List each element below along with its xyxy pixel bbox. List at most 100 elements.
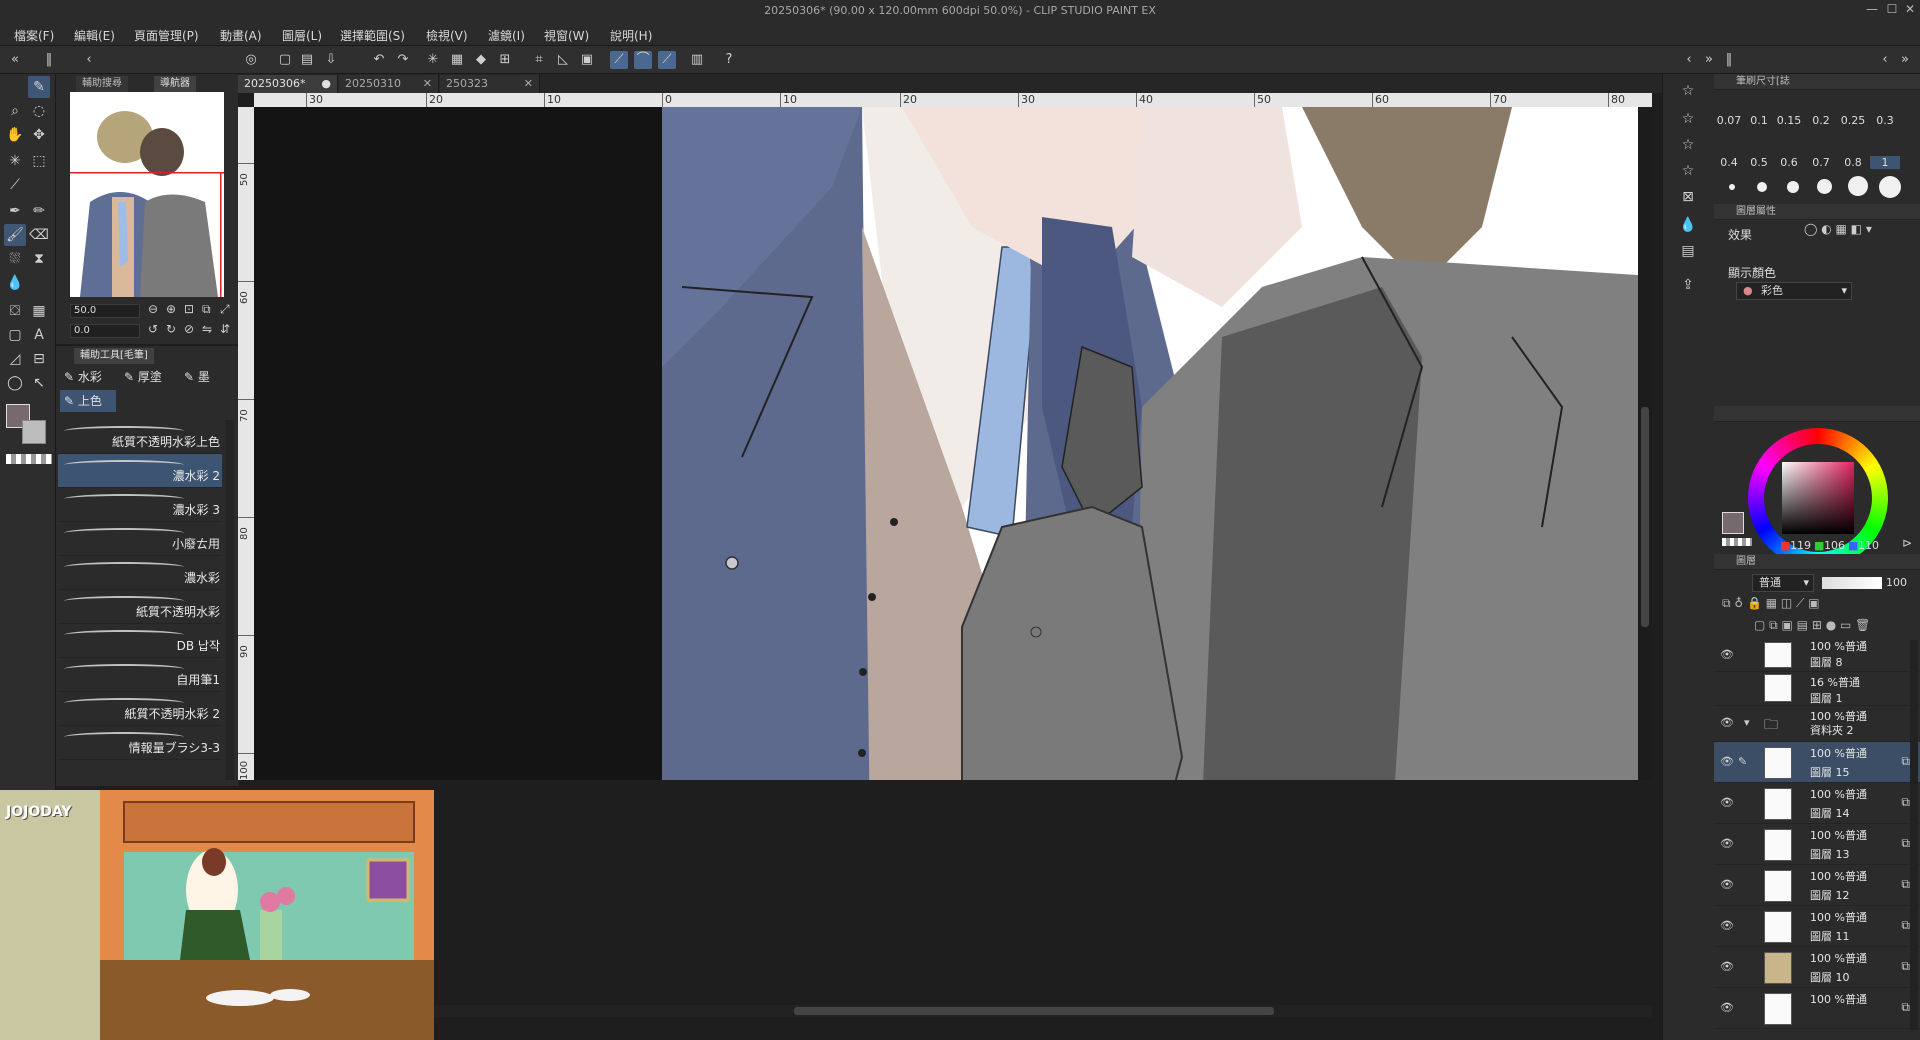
group-watercolor[interactable]: ✎ 水彩 xyxy=(60,366,116,388)
brush-icon[interactable]: 🖌 xyxy=(4,224,26,246)
panel-drag-icon[interactable]: ‖ xyxy=(1720,51,1738,69)
history-icon[interactable]: ▤ xyxy=(1677,240,1699,262)
brush-item-1[interactable]: 濃水彩 2 xyxy=(58,454,222,488)
layers-scrollbar[interactable] xyxy=(1910,640,1918,1030)
scroll-thumb[interactable] xyxy=(794,1007,1274,1015)
effect-buttons[interactable]: ◯ ◐ ▦ ◧ ▾ xyxy=(1804,222,1904,236)
menu-layer[interactable]: 圖層(L) xyxy=(282,27,322,44)
subtool-scrollbar[interactable] xyxy=(226,420,234,780)
layer-toolbar[interactable]: ⧉ ♁ 🔒 ▦ ◫ ⟋ ▣ xyxy=(1714,596,1920,616)
maximize-button[interactable]: ☐ xyxy=(1882,2,1902,20)
zoom-field[interactable]: 50.0 xyxy=(70,304,140,318)
tab-navigator[interactable]: 導航器 xyxy=(154,76,196,92)
transparent-color-swatch[interactable] xyxy=(6,454,52,464)
doc-tab-0[interactable]: 20250306* ● xyxy=(238,75,338,93)
deco-icon[interactable]: ⧗ xyxy=(28,248,50,270)
minimize-button[interactable]: — xyxy=(1862,2,1882,20)
material-icon[interactable]: ☆ xyxy=(1677,80,1699,102)
vertical-scrollbar[interactable] xyxy=(1638,107,1652,780)
menu-selection[interactable]: 選擇範圍(S) xyxy=(340,27,405,44)
opacity-slider[interactable] xyxy=(1822,577,1882,589)
layer-actions[interactable]: ▢ ⧉ ▣ ▤ ⊞ ● ▭ 🗑 xyxy=(1714,618,1920,638)
pencil-icon[interactable]: ✏ xyxy=(28,200,50,222)
brush-item-4[interactable]: 濃水彩 xyxy=(58,556,222,590)
new-file-icon[interactable]: ▢ xyxy=(276,51,294,69)
layer-clear-icon[interactable]: ▦ xyxy=(448,51,466,69)
panel-expand-icon[interactable]: » xyxy=(1700,51,1718,69)
eye-icon[interactable]: 👁 xyxy=(1720,878,1734,891)
fill-icon[interactable]: ◆ xyxy=(472,51,490,69)
eye-icon[interactable]: 👁 xyxy=(1720,716,1734,729)
eye-icon[interactable]: 👁 xyxy=(1720,648,1734,661)
fill-bucket-icon[interactable]: ⛋ xyxy=(4,300,26,322)
brush-item-8[interactable]: 紙質不透明水彩 2 xyxy=(58,692,222,726)
brush-item-9[interactable]: 情報量ブラシ3-3 xyxy=(58,726,222,760)
size-option[interactable]: 0.7 xyxy=(1806,156,1836,169)
eyedropper-icon[interactable]: ⟋ xyxy=(4,174,26,196)
eye-icon[interactable]: 👁 xyxy=(1720,837,1734,850)
menu-edit[interactable]: 編輯(E) xyxy=(74,27,115,44)
menu-animation[interactable]: 動畫(A) xyxy=(220,27,262,44)
zoom-out-icon[interactable]: ⊖ xyxy=(148,302,158,316)
menu-window[interactable]: 視窗(W) xyxy=(544,27,589,44)
close-tab-icon[interactable]: ✕ xyxy=(524,75,533,93)
layer-row[interactable]: 👁 100 %普通 ⧉ xyxy=(1714,988,1920,1029)
figure-icon[interactable]: ▢ xyxy=(4,324,26,346)
brush-size-header[interactable]: 筆刷尺寸[誌 xyxy=(1714,74,1920,90)
group-coloring[interactable]: ✎ 上色 xyxy=(60,390,116,412)
fit-window-icon[interactable]: ⤢ xyxy=(220,302,230,317)
saturation-square[interactable] xyxy=(1782,462,1854,534)
snap-line-icon[interactable]: ⟋ xyxy=(658,51,676,69)
actual-size-icon[interactable]: ⧉ xyxy=(202,302,211,317)
undo-icon[interactable]: ↶ xyxy=(370,51,388,69)
layer-row[interactable]: 👁 100 %普通 圖層 8 xyxy=(1714,640,1920,672)
open-file-icon[interactable]: ▤ xyxy=(298,51,316,69)
size-option[interactable]: 0.07 xyxy=(1714,114,1744,127)
blend-icon[interactable]: 💧 xyxy=(4,272,26,294)
operation-icon[interactable]: ↖ xyxy=(28,372,50,394)
brush-item-5[interactable]: 紙質不透明水彩 xyxy=(58,590,222,624)
doc-tab-2[interactable]: 250323 ✕ xyxy=(440,75,540,93)
layer-folder-row[interactable]: 👁 ▾ 🗀 100 %普通 資料夾 2 xyxy=(1714,706,1920,742)
layer-row[interactable]: 👁 100 %普通 圖層 12 ⧉ xyxy=(1714,865,1920,906)
menu-view[interactable]: 檢視(V) xyxy=(426,27,468,44)
group-thick-paint[interactable]: ✎ 厚塗 xyxy=(120,366,176,388)
size-option[interactable]: 0.15 xyxy=(1774,114,1804,127)
move-tool-icon[interactable]: ✥ xyxy=(28,124,50,146)
clear-icon[interactable]: ✳ xyxy=(424,51,442,69)
menu-page[interactable]: 頁面管理(P) xyxy=(134,27,199,44)
layer-row[interactable]: 👁 100 %普通 圖層 10 ⧉ xyxy=(1714,947,1920,988)
gradient-icon[interactable]: ▦ xyxy=(28,300,50,322)
close-button[interactable]: ✕ xyxy=(1900,2,1920,20)
eye-icon[interactable]: 👁 xyxy=(1720,755,1734,768)
export-icon[interactable]: ⇪ xyxy=(1677,274,1699,296)
transparent-chip[interactable] xyxy=(1722,538,1752,546)
group-ink[interactable]: ✎ 墨 xyxy=(180,366,230,388)
rotate-field[interactable]: 0.0 xyxy=(70,324,140,338)
size-option[interactable]: 0.2 xyxy=(1806,114,1836,127)
eraser-icon[interactable]: ⌫ xyxy=(28,224,50,246)
size-option[interactable]: 0.5 xyxy=(1744,156,1774,169)
panel-next-icon[interactable]: » xyxy=(1896,51,1914,69)
snap-ruler-icon[interactable]: ⟋ xyxy=(610,51,628,69)
size-option-selected[interactable]: 1 xyxy=(1870,156,1900,169)
transform-icon[interactable]: ⊞ xyxy=(496,51,514,69)
pen-tool-icon[interactable]: ✎ xyxy=(28,76,50,98)
eye-icon[interactable]: 👁 xyxy=(1720,919,1734,932)
color-wheel-header[interactable] xyxy=(1714,406,1920,422)
fit-icon[interactable]: ⊡ xyxy=(184,302,194,316)
size-option[interactable]: 0.8 xyxy=(1838,156,1868,169)
size-option[interactable]: 0.1 xyxy=(1744,114,1774,127)
layer-row[interactable]: 👁 100 %普通 圖層 14 ⧉ xyxy=(1714,783,1920,824)
clip-studio-icon[interactable]: ◎ xyxy=(242,51,260,69)
brush-item-2[interactable]: 濃水彩 3 xyxy=(58,488,222,522)
snap-curve-icon[interactable]: ⌒ xyxy=(634,51,652,69)
pen-icon[interactable]: ✒ xyxy=(4,200,26,222)
doc-tab-1[interactable]: 20250310 ✕ xyxy=(339,75,439,93)
zoom-in-icon[interactable]: ⊕ xyxy=(166,302,176,316)
brush-item-3[interactable]: 小廢ㄊ用 xyxy=(58,522,222,556)
help-icon[interactable]: ? xyxy=(720,51,738,69)
material-4-icon[interactable]: ☆ xyxy=(1677,160,1699,182)
frame-icon[interactable]: ◿ xyxy=(4,348,26,370)
brush-item-7[interactable]: 自用筆1 xyxy=(58,658,222,692)
